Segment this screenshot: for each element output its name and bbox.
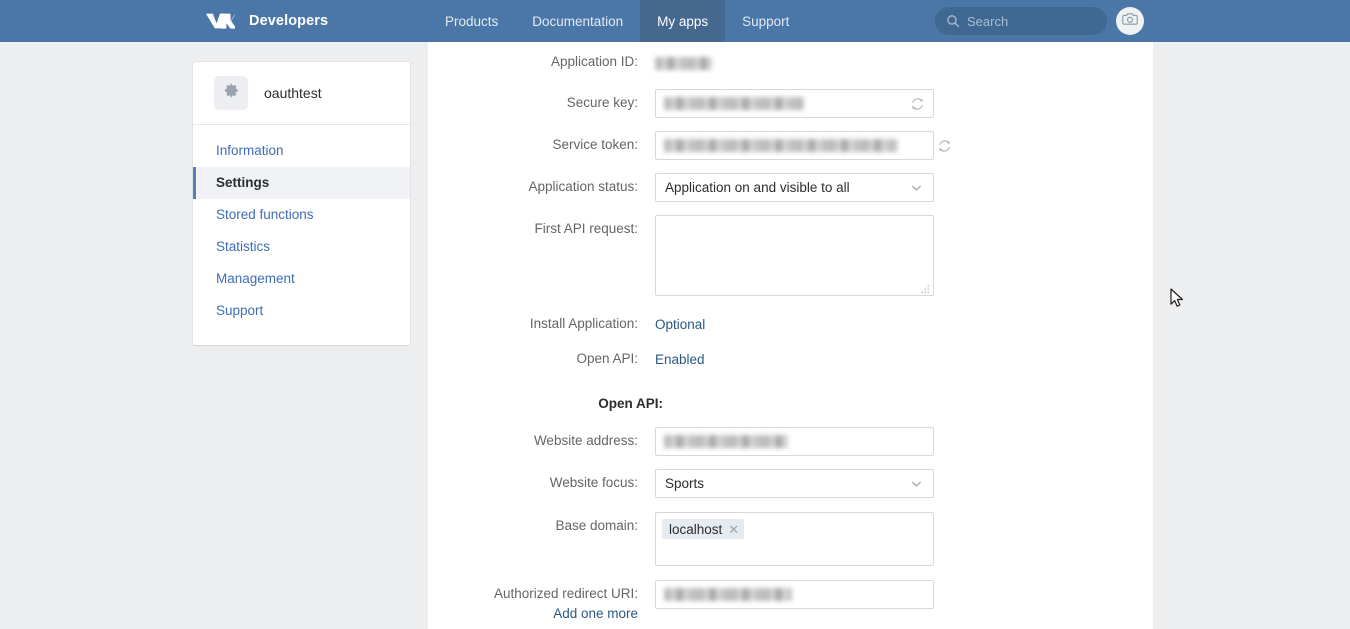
vk-logo-icon — [205, 11, 235, 31]
row-website-focus: Website focus: Sports — [428, 469, 1153, 498]
redacted-application-id — [655, 57, 712, 70]
row-service-token: Service token: — [428, 131, 1153, 160]
row-install-application: Install Application: Optional — [428, 316, 1153, 334]
sidebar-item-management[interactable]: Management — [193, 263, 410, 295]
label-application-status: Application status: — [528, 179, 638, 194]
brand[interactable]: Developers — [205, 0, 328, 42]
authorized-redirect-uri-input[interactable] — [655, 580, 934, 609]
open-api-section-title: Open API: — [598, 396, 663, 411]
row-website-address: Website address: — [428, 427, 1153, 456]
nav-item-my-apps[interactable]: My apps — [640, 0, 726, 42]
nav-item-products[interactable]: Products — [428, 0, 515, 42]
row-authorized-redirect-uri: Authorized redirect URI: Add one more — [428, 580, 1153, 621]
redacted-service-token — [664, 139, 897, 152]
refresh-icon[interactable] — [937, 138, 952, 153]
brand-name: Developers — [249, 13, 329, 29]
redacted-website-address — [664, 435, 788, 448]
application-status-select[interactable]: Application on and visible to all — [655, 173, 934, 202]
search-box[interactable] — [935, 7, 1107, 35]
sidebar-item-information[interactable]: Information — [193, 135, 410, 167]
row-open-api-section: Open API: — [428, 396, 1153, 411]
value-application-id — [655, 54, 1153, 75]
label-application-id: Application ID: — [550, 54, 638, 69]
sidebar: oauthtest Information Settings Stored fu… — [193, 62, 410, 345]
avatar[interactable] — [1116, 7, 1144, 35]
label-open-api: Open API: — [576, 351, 638, 366]
open-api-link[interactable]: Enabled — [655, 352, 705, 367]
label-authorized-redirect-uri: Authorized redirect URI: Add one more — [428, 580, 655, 621]
install-application-link[interactable]: Optional — [655, 317, 705, 332]
label-install-application: Install Application: — [529, 316, 638, 331]
search-input[interactable] — [967, 13, 1087, 29]
nav-item-documentation[interactable]: Documentation — [515, 0, 640, 42]
camera-icon — [1122, 12, 1138, 31]
website-focus-select[interactable]: Sports — [655, 469, 934, 498]
label-first-api-request: First API request: — [534, 221, 638, 236]
gear-icon — [223, 82, 240, 104]
redacted-secure-key — [664, 97, 804, 110]
redacted-authorized-redirect-uri — [664, 588, 792, 601]
base-domain-tag-label: localhost — [669, 521, 723, 537]
row-application-status: Application status: Application on and v… — [428, 173, 1153, 202]
add-one-more-link[interactable]: Add one more — [553, 606, 638, 621]
application-status-value: Application on and visible to all — [665, 180, 850, 195]
sidebar-app-name: oauthtest — [264, 85, 322, 101]
row-open-api: Open API: Enabled — [428, 351, 1153, 369]
sidebar-app-header[interactable]: oauthtest — [193, 62, 410, 125]
label-service-token: Service token: — [552, 137, 638, 152]
sidebar-item-stored-functions[interactable]: Stored functions — [193, 199, 410, 231]
label-website-address: Website address: — [533, 433, 638, 448]
secure-key-input[interactable] — [655, 89, 934, 118]
resize-grip-icon[interactable] — [920, 282, 930, 294]
first-api-request-textarea[interactable] — [655, 215, 934, 296]
service-token-input[interactable] — [655, 131, 950, 160]
row-application-id: Application ID: — [428, 54, 1153, 75]
label-secure-key: Secure key: — [566, 95, 638, 110]
top-header: Developers Products Documentation My app… — [0, 0, 1350, 42]
app-avatar — [214, 76, 248, 110]
row-first-api-request: First API request: — [428, 215, 1153, 296]
base-domain-tag[interactable]: localhost ✕ — [662, 519, 745, 539]
search-icon — [935, 14, 960, 28]
sidebar-item-settings[interactable]: Settings — [193, 167, 410, 199]
refresh-icon[interactable] — [910, 96, 925, 111]
row-secure-key: Secure key: — [428, 89, 1153, 118]
nav-item-support[interactable]: Support — [725, 0, 806, 42]
close-icon[interactable]: ✕ — [728, 523, 739, 536]
chevron-down-icon — [910, 181, 923, 194]
main-nav: Products Documentation My apps Support — [428, 0, 806, 42]
authorized-redirect-uri-label-text: Authorized redirect URI: — [493, 586, 638, 601]
website-focus-value: Sports — [665, 476, 705, 491]
row-base-domain: Base domain: localhost ✕ — [428, 512, 1153, 566]
label-base-domain: Base domain: — [555, 518, 638, 533]
base-domain-input[interactable]: localhost ✕ — [655, 512, 934, 566]
label-website-focus: Website focus: — [549, 475, 638, 490]
mouse-cursor — [1170, 288, 1186, 310]
settings-form: Application ID: Secure key: Service toke… — [428, 42, 1153, 621]
sidebar-item-support[interactable]: Support — [193, 295, 410, 327]
sidebar-item-statistics[interactable]: Statistics — [193, 231, 410, 263]
sidebar-menu: Information Settings Stored functions St… — [193, 125, 410, 345]
website-address-input[interactable] — [655, 427, 934, 456]
chevron-down-icon — [910, 477, 923, 490]
